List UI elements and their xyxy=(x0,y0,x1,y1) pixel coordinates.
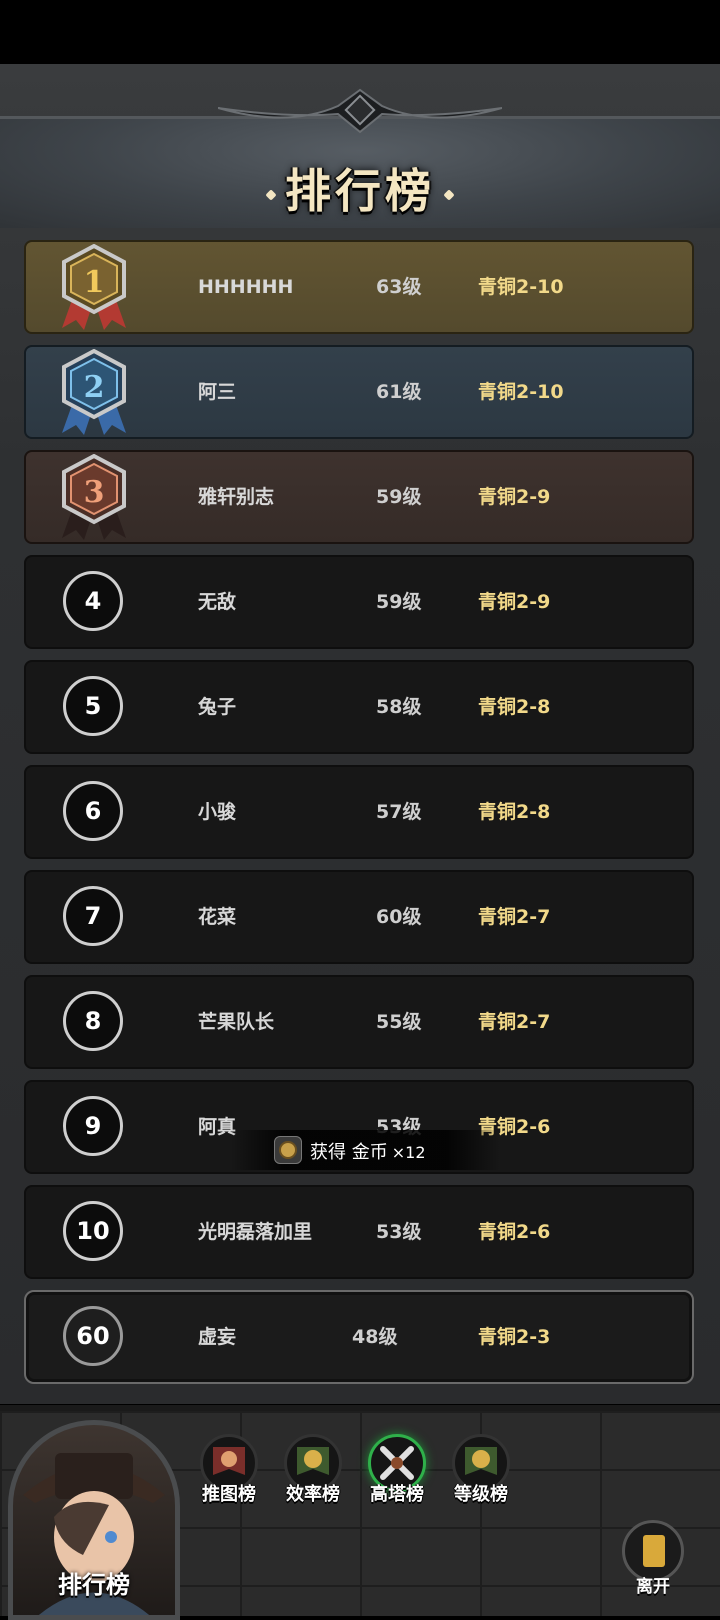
player-name: HHHHHH xyxy=(198,276,294,298)
toast-message: 获得 金币 ×12 xyxy=(310,1138,426,1164)
rank-badge: 7 xyxy=(63,886,123,946)
tab-label: 等级榜 xyxy=(454,1484,508,1505)
player-name: 芒果队长 xyxy=(198,1011,275,1033)
player-stage: 青铜2-10 xyxy=(478,276,564,298)
player-level: 61级 xyxy=(376,381,422,403)
page-title: 排行榜 xyxy=(285,164,435,218)
portrait-label: 排行榜 xyxy=(58,1571,130,1599)
player-stage: 青铜2-8 xyxy=(478,801,551,823)
tab-label: 推图榜 xyxy=(202,1484,256,1505)
player-level: 57级 xyxy=(376,801,422,823)
player-level: 58级 xyxy=(376,696,422,718)
medal-rank-text: 1 xyxy=(84,265,105,300)
rank-badge: 8 xyxy=(63,991,123,1051)
my-ranking-row[interactable]: 60 虚妄 48级 青铜2-3 xyxy=(24,1290,694,1384)
leave-label: 离开 xyxy=(636,1577,670,1597)
title-dot-right xyxy=(443,189,455,201)
player-name: 小骏 xyxy=(198,801,237,823)
title-dot-left xyxy=(265,189,277,201)
player-name: 雅轩别志 xyxy=(198,486,275,508)
player-level: 63级 xyxy=(376,276,422,298)
rank-badge: 60 xyxy=(63,1306,123,1366)
player-stage: 青铜2-8 xyxy=(478,696,551,718)
reward-toast: 获得 金币 ×12 xyxy=(230,1130,500,1170)
player-level: 59级 xyxy=(376,486,422,508)
ranking-row-7[interactable]: 7 花菜 60级 青铜2-7 xyxy=(24,870,694,964)
player-name: 花菜 xyxy=(198,906,237,928)
rank-badge: 10 xyxy=(63,1201,123,1261)
coin-icon xyxy=(274,1136,302,1164)
player-stage: 青铜2-10 xyxy=(478,381,564,403)
rank-badge: 5 xyxy=(63,676,123,736)
tab-label: 效率榜 xyxy=(286,1484,340,1505)
player-stage: 青铜2-6 xyxy=(478,1221,551,1243)
medal-rank-text: 2 xyxy=(84,370,105,405)
toast-count: ×12 xyxy=(391,1143,426,1162)
tab-label: 高塔榜 xyxy=(370,1484,424,1505)
player-level: 48级 xyxy=(352,1326,398,1348)
player-stage: 青铜2-3 xyxy=(478,1326,551,1348)
ranking-row-4[interactable]: 4 无敌 59级 青铜2-9 xyxy=(24,555,694,649)
player-stage: 青铜2-9 xyxy=(478,591,551,613)
player-level: 60级 xyxy=(376,906,422,928)
rank-badge: 4 xyxy=(63,571,123,631)
player-name: 兔子 xyxy=(198,696,237,718)
player-name: 虚妄 xyxy=(198,1326,237,1348)
player-name: 无敌 xyxy=(198,591,237,613)
player-level: 59级 xyxy=(376,591,422,613)
ranking-row-5[interactable]: 5 兔子 58级 青铜2-8 xyxy=(24,660,694,754)
ranking-row-6[interactable]: 6 小骏 57级 青铜2-8 xyxy=(24,765,694,859)
page-title-wrap: 排行榜 xyxy=(0,155,720,221)
leave-button[interactable]: 离开 xyxy=(615,1520,691,1600)
gold-medal-icon: 1 xyxy=(62,244,126,330)
silver-medal-icon: 2 xyxy=(62,349,126,435)
rank-badge: 9 xyxy=(63,1096,123,1156)
player-level: 55级 xyxy=(376,1011,422,1033)
player-name: 阿三 xyxy=(198,381,237,403)
tab-push-map[interactable]: 推图榜 xyxy=(186,1434,272,1505)
rank-badge: 6 xyxy=(63,781,123,841)
tab-tower[interactable]: 高塔榜 xyxy=(354,1434,440,1505)
player-stage: 青铜2-7 xyxy=(478,906,551,928)
ranking-row-10[interactable]: 10 光明磊落加里 53级 青铜2-6 xyxy=(24,1185,694,1279)
status-bar xyxy=(0,0,720,64)
player-level: 53级 xyxy=(376,1221,422,1243)
toast-text: 获得 金币 xyxy=(310,1142,388,1163)
header-ornament xyxy=(218,88,502,134)
player-stage: 青铜2-7 xyxy=(478,1011,551,1033)
ranking-row-1[interactable]: 1 HHHHHH 63级 青铜2-10 xyxy=(24,240,694,334)
bronze-medal-icon: 3 xyxy=(62,454,126,540)
medal-rank-text: 3 xyxy=(84,475,105,510)
tab-efficiency[interactable]: 效率榜 xyxy=(270,1434,356,1505)
ranking-row-2[interactable]: 2 阿三 61级 青铜2-10 xyxy=(24,345,694,439)
player-stage: 青铜2-9 xyxy=(478,486,551,508)
player-name: 光明磊落加里 xyxy=(198,1221,313,1243)
tab-level[interactable]: 等级榜 xyxy=(438,1434,524,1505)
ranking-row-3[interactable]: 3 雅轩别志 59级 青铜2-9 xyxy=(24,450,694,544)
ranking-row-8[interactable]: 8 芒果队长 55级 青铜2-7 xyxy=(24,975,694,1069)
